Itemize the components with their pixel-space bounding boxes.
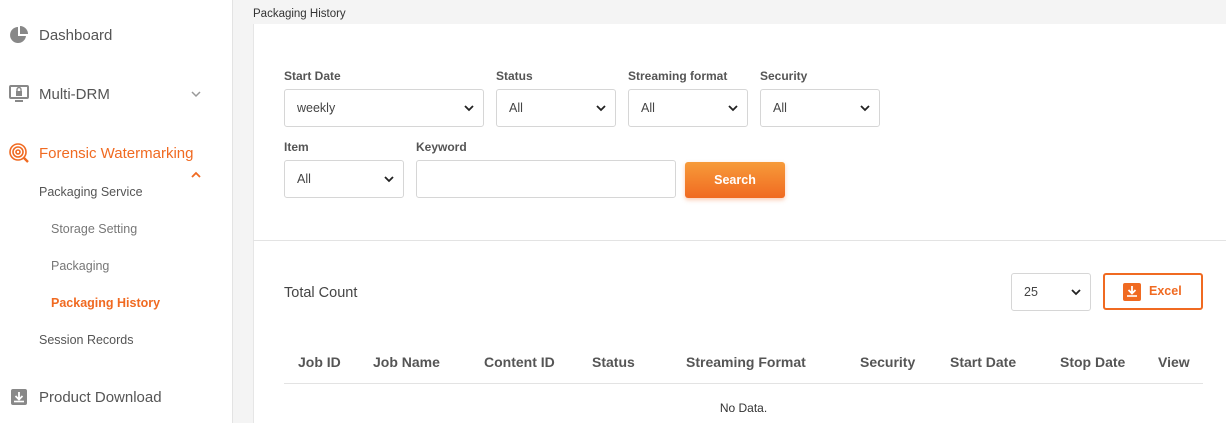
- total-count-label: Total Count: [284, 285, 358, 301]
- column-header-content-id: Content ID: [484, 354, 555, 370]
- empty-table-message: No Data.: [719, 401, 768, 415]
- column-header-status: Status: [592, 354, 635, 370]
- streaming-format-label: Streaming format: [628, 69, 728, 83]
- sidebar-item-product-download[interactable]: Product Download: [0, 386, 233, 408]
- sidebar-item-forensic-watermarking[interactable]: Forensic Watermarking: [0, 142, 233, 164]
- security-value: All: [773, 101, 787, 115]
- sidebar-item-packaging[interactable]: Packaging: [51, 259, 109, 273]
- sidebar-item-label: Dashboard: [39, 26, 113, 44]
- sidebar-item-label: Multi-DRM: [39, 85, 110, 103]
- start-date-select[interactable]: weekly: [284, 89, 484, 127]
- page-size-select[interactable]: 25: [1011, 273, 1091, 311]
- item-value: All: [297, 172, 311, 186]
- sidebar-item-dashboard[interactable]: Dashboard: [0, 24, 233, 46]
- chevron-down-icon: [1070, 286, 1082, 298]
- chevron-down-icon: [727, 102, 739, 114]
- chevron-down-icon: [383, 173, 395, 185]
- sidebar-item-storage-setting[interactable]: Storage Setting: [51, 222, 137, 236]
- sidebar-item-packaging-service[interactable]: Packaging Service: [39, 185, 143, 199]
- column-header-streaming-format: Streaming Format: [686, 354, 806, 370]
- sidebar-item-packaging-history[interactable]: Packaging History: [51, 296, 160, 310]
- chevron-up-icon[interactable]: [189, 168, 203, 186]
- monitor-lock-icon: [8, 83, 30, 105]
- column-header-security: Security: [860, 354, 916, 370]
- page-size-value: 25: [1024, 285, 1038, 299]
- sidebar: Dashboard Multi-DRM Forensic Watermarkin…: [0, 0, 233, 423]
- column-header-stop-date: Stop Date: [1060, 354, 1126, 370]
- excel-button[interactable]: Excel: [1103, 273, 1203, 310]
- status-label: Status: [496, 69, 533, 83]
- streaming-format-select[interactable]: All: [628, 89, 748, 127]
- download-icon: [8, 386, 30, 408]
- column-header-job-name: Job Name: [373, 354, 440, 370]
- streaming-format-value: All: [641, 101, 655, 115]
- item-label: Item: [284, 140, 309, 154]
- security-label: Security: [760, 69, 808, 83]
- sidebar-item-label: Product Download: [39, 388, 162, 406]
- chevron-down-icon: [189, 87, 203, 101]
- item-select[interactable]: All: [284, 160, 404, 198]
- sidebar-item-label: Forensic Watermarking: [39, 144, 194, 162]
- start-date-label: Start Date: [284, 69, 341, 83]
- column-header-view: View: [1158, 354, 1190, 370]
- section-divider: [253, 240, 1226, 241]
- status-value: All: [509, 101, 523, 115]
- excel-download-icon: [1123, 283, 1141, 301]
- pie-chart-icon: [8, 24, 30, 46]
- chevron-down-icon: [859, 102, 871, 114]
- status-select[interactable]: All: [496, 89, 616, 127]
- column-header-job-id: Job ID: [298, 354, 341, 370]
- keyword-label: Keyword: [416, 140, 467, 154]
- table-header-divider: [284, 383, 1203, 384]
- column-header-start-date: Start Date: [950, 354, 1017, 370]
- keyword-input[interactable]: [416, 160, 676, 198]
- excel-button-label: Excel: [1149, 284, 1182, 298]
- search-button[interactable]: Search: [685, 162, 785, 198]
- chevron-down-icon: [463, 102, 475, 114]
- security-select[interactable]: All: [760, 89, 880, 127]
- start-date-value: weekly: [297, 101, 336, 115]
- fingerprint-icon: [8, 142, 30, 164]
- chevron-down-icon: [595, 102, 607, 114]
- page-title: Packaging History: [253, 8, 346, 20]
- sidebar-item-multi-drm[interactable]: Multi-DRM: [0, 83, 233, 105]
- search-button-label: Search: [714, 173, 756, 187]
- sidebar-item-session-records[interactable]: Session Records: [39, 333, 134, 347]
